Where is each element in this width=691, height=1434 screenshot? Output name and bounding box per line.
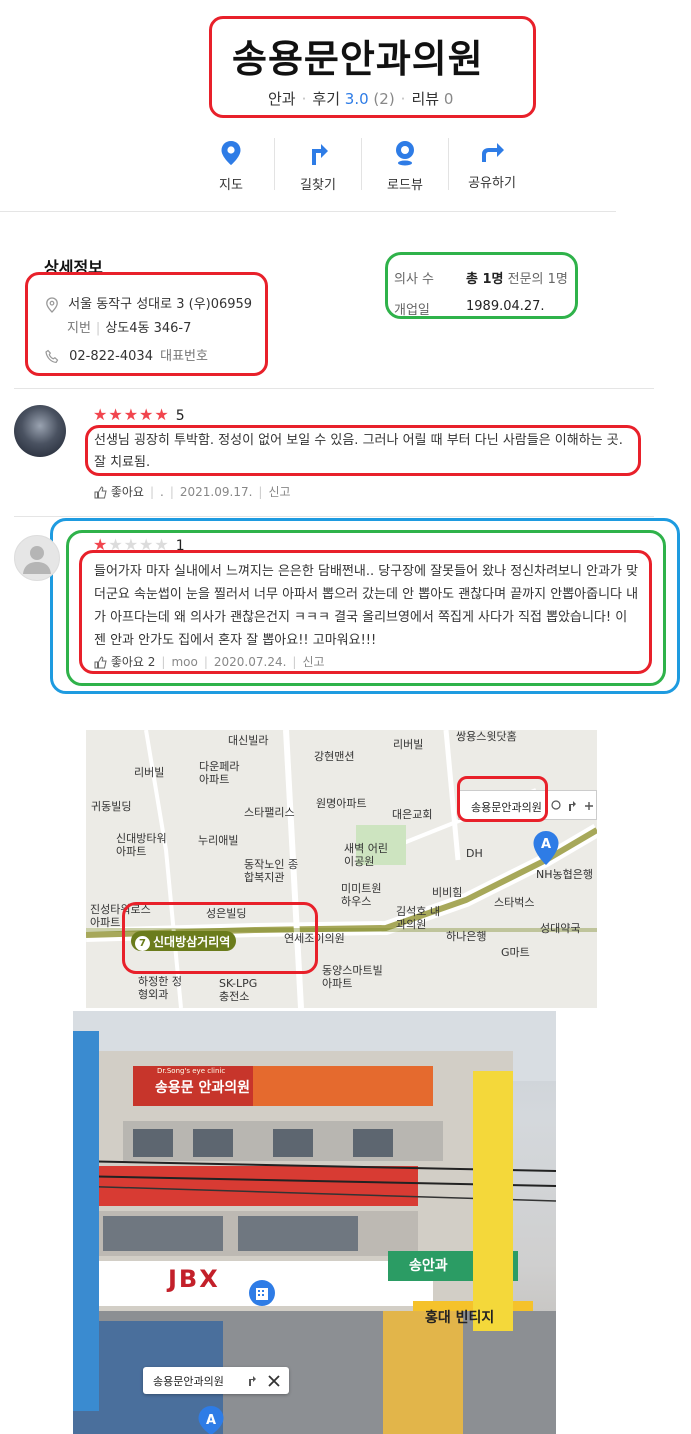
clinic-sign-sub: Dr.Song's eye clinic bbox=[157, 1067, 226, 1075]
location-map[interactable]: 대신빌라 강현맨션 리버빌 쌍용스윗닷홈 리버빌 다운페라 아파트 귀동빌딩 스… bbox=[86, 730, 597, 1008]
map-label: SK-LPG 충전소 bbox=[219, 977, 258, 1003]
review-count: (2) bbox=[373, 90, 395, 108]
like-button[interactable]: 좋아요 bbox=[94, 485, 144, 499]
map-button[interactable]: 지도 bbox=[191, 140, 271, 193]
map-label: 대신빌라 bbox=[228, 734, 269, 747]
opened-value: 1989.04.27. bbox=[466, 299, 545, 314]
default-user-icon bbox=[23, 546, 51, 574]
map-label: 쌍용스윗닷홈 bbox=[456, 730, 517, 743]
map-label: DH bbox=[466, 847, 483, 860]
directions-icon bbox=[312, 144, 328, 165]
rating-value: 3.0 bbox=[344, 90, 369, 108]
place-summary: 안과 · 후기 3.0 (2) · 리뷰 0 bbox=[268, 90, 454, 108]
map-label: 대은교회 bbox=[392, 808, 433, 821]
store-sign: 홍대 빈티지 bbox=[425, 1310, 495, 1326]
review-meta: 좋아요 |. | 2021.09.17. | 신고 bbox=[94, 483, 291, 500]
roadview-card-actions-icon[interactable] bbox=[247, 1374, 283, 1388]
map-label: G마트 bbox=[501, 946, 530, 959]
svg-text:A: A bbox=[541, 837, 551, 852]
directions-button[interactable]: 길찾기 bbox=[278, 140, 358, 193]
report-link[interactable]: 신고 bbox=[302, 655, 324, 669]
map-label: 리버빌 bbox=[393, 738, 424, 751]
review-stars: ★★★★★ 5 bbox=[93, 405, 186, 424]
address-text: 서울 동작구 성대로 3 (우)06959 bbox=[68, 297, 253, 312]
map-label: 성대약국 bbox=[540, 922, 581, 935]
page-title: 송용문안과의원 bbox=[232, 37, 484, 81]
map-label: 김석호 내과의원 bbox=[396, 905, 440, 931]
map-marker-icon[interactable]: A bbox=[532, 830, 560, 866]
phone-icon bbox=[45, 349, 59, 364]
map-label: 스타팰리스 bbox=[244, 806, 295, 819]
share-button[interactable]: 공유하기 bbox=[452, 140, 532, 191]
share-icon bbox=[482, 143, 504, 162]
phone-number[interactable]: 02-822-4034 bbox=[69, 349, 153, 364]
highlight-box-map-card bbox=[457, 776, 548, 822]
address-row: 서울 동작구 성대로 3 (우)06959 bbox=[45, 293, 252, 313]
map-pin-icon bbox=[221, 141, 241, 165]
lot-address-row: 지번 | 상도4동 346-7 bbox=[67, 321, 192, 336]
review-text: 들어가자 마자 실내에서 느껴지는 은은한 담배쩐내.. 당구장에 잘못들어 왔… bbox=[94, 564, 639, 648]
review-date: 2021.09.17. bbox=[179, 485, 253, 499]
phone-row[interactable]: 02-822-4034 대표번호 bbox=[45, 345, 208, 364]
reviews-link[interactable]: 후기 3.0 (2) bbox=[312, 90, 394, 108]
location-icon bbox=[46, 296, 58, 313]
svg-text:A: A bbox=[206, 1413, 216, 1428]
blog-review-link[interactable]: 리뷰 0 bbox=[411, 90, 453, 108]
report-link[interactable]: 신고 bbox=[268, 485, 290, 499]
map-label: 강현맨션 bbox=[314, 750, 355, 763]
store-sign-2: 송안과 bbox=[409, 1258, 448, 1274]
doctors-value: 총 1명 전문의 1명 bbox=[466, 272, 568, 287]
map-label: 원명아파트 bbox=[316, 797, 367, 810]
map-label: 귀동빌딩 bbox=[91, 800, 132, 813]
thumbs-up-icon bbox=[94, 656, 107, 669]
review-text: 선생님 굉장히 투박함. 정성이 없어 보일 수 있음. 그러나 어릴 때 부터… bbox=[94, 433, 623, 470]
shop-sign: JBX bbox=[168, 1265, 220, 1293]
map-label: 신대방타워 아파트 bbox=[116, 832, 167, 858]
map-label: 스타벅스 bbox=[494, 896, 535, 909]
opened-label: 개업일 bbox=[394, 303, 430, 318]
map-label: 동양스마트빌 아파트 bbox=[322, 964, 383, 990]
roadview-button[interactable]: 로드뷰 bbox=[365, 140, 445, 193]
roadview-marker-icon[interactable]: A bbox=[197, 1405, 225, 1434]
map-label: 비비힘 bbox=[432, 886, 463, 899]
roadview-icon bbox=[396, 141, 414, 166]
roadview-place-card[interactable]: 송용문안과의원 bbox=[143, 1367, 289, 1394]
reviewer-avatar[interactable] bbox=[14, 405, 66, 457]
thumbs-up-icon bbox=[94, 486, 107, 499]
map-label: 다운페라 아파트 bbox=[199, 760, 240, 786]
review-date: 2020.07.24. bbox=[213, 655, 287, 669]
review-author: . bbox=[160, 485, 164, 499]
map-label: 리버빌 bbox=[134, 766, 165, 779]
map-label: NH농협은행 bbox=[536, 868, 593, 881]
map-label: 하나은행 bbox=[446, 930, 487, 943]
map-label: 동작노인 종합복지관 bbox=[244, 858, 299, 884]
map-label: 미미트원 하우스 bbox=[341, 882, 382, 908]
reviewer-avatar[interactable] bbox=[14, 535, 60, 581]
clinic-sign: 송용문 안과의원 bbox=[155, 1080, 251, 1096]
like-button[interactable]: 좋아요 2 bbox=[94, 655, 155, 669]
map-label: 하정한 정형외과 bbox=[138, 975, 182, 1001]
highlight-box-station bbox=[122, 902, 318, 974]
review-author: moo bbox=[171, 655, 198, 669]
roadview-photo[interactable]: 송용문 안과의원 Dr.Song's eye clinic JBX 송안과 홍대… bbox=[73, 1011, 556, 1434]
map-label: 새벽 어린이공원 bbox=[344, 842, 388, 868]
doctors-label: 의사 수 bbox=[394, 272, 435, 287]
map-label: 누리애빌 bbox=[198, 834, 239, 847]
review-meta: 좋아요 2 | moo | 2020.07.24. | 신고 bbox=[94, 653, 325, 670]
building-icon[interactable] bbox=[248, 1279, 276, 1307]
category-label: 안과 bbox=[268, 90, 296, 108]
lot-address-text: 상도4동 346-7 bbox=[105, 321, 192, 336]
map-card-actions-icon[interactable] bbox=[551, 799, 593, 813]
